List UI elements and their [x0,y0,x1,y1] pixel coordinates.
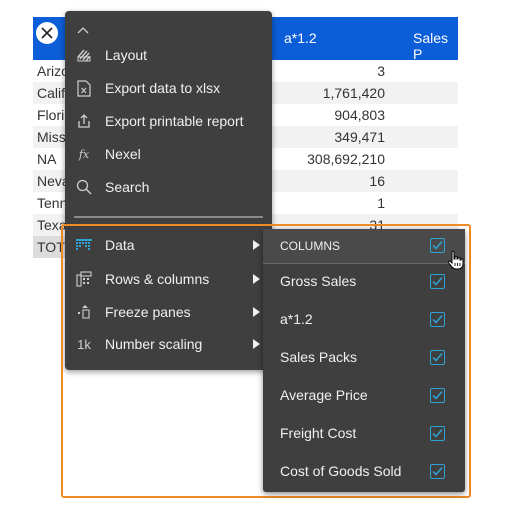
collapse-chevron-up-icon[interactable] [77,21,89,37]
menu-item-export-xlsx[interactable]: Export data to xlsx [65,73,272,103]
menu-item-label: Search [105,179,150,195]
column-option-sales-packs[interactable]: Sales Packs [263,339,465,377]
menu-item-layout[interactable]: Layout [65,40,272,70]
close-icon [41,27,53,39]
column-checkbox[interactable] [430,274,445,289]
export-share-icon [74,113,94,129]
column-checkbox[interactable] [430,426,445,441]
menu-item-label: Layout [105,47,148,63]
menu-item-label: Export data to xlsx [105,80,221,96]
column-option-gross-sales[interactable]: Gross Sales [263,263,465,301]
column-option-label: a*1.2 [280,311,313,327]
row-value: 1 [377,195,385,211]
column-header-sales-packs[interactable]: Sales P [413,30,458,62]
column-checkbox[interactable] [430,312,445,327]
row-label: NA [37,151,57,167]
row-value: 904,803 [334,107,385,123]
fx-icon: fx [78,147,90,161]
row-value: 3 [377,63,385,79]
row-label: Flori [37,107,65,123]
row-label: Tenn [37,195,68,211]
column-option-a12[interactable]: a*1.2 [263,301,465,339]
search-icon [74,179,94,195]
columns-submenu: COLUMNS Gross Sales a*1.2 Sales Packs Av… [263,229,465,492]
row-value: 1,761,420 [322,85,385,101]
column-option-label: Cost of Goods Sold [280,463,402,479]
column-option-label: Average Price [280,387,368,403]
menu-item-nexel[interactable]: fx Nexel [65,139,272,169]
column-option-label: Sales Packs [280,349,358,365]
row-value: 308,692,210 [307,151,385,167]
column-checkbox[interactable] [430,464,445,479]
column-header-a12[interactable]: a*1.2 [284,30,317,46]
column-option-cost-of-goods-sold[interactable]: Cost of Goods Sold [263,453,465,491]
column-option-label: Gross Sales [280,273,357,289]
column-option-average-price[interactable]: Average Price [263,377,465,415]
menu-item-label: Nexel [105,146,141,162]
hand-pointer-cursor-icon [447,250,465,275]
menu-divider [74,216,263,218]
xlsx-file-icon [74,79,94,97]
row-value: 16 [369,173,385,189]
menu-item-search[interactable]: Search [65,172,272,202]
select-all-checkbox[interactable] [430,238,445,253]
columns-header[interactable]: COLUMNS [263,229,465,264]
column-checkbox[interactable] [430,388,445,403]
row-label: Calif [37,85,66,101]
menu-item-export-printable-report[interactable]: Export printable report [65,106,272,136]
menu-item-label: Export printable report [105,113,244,129]
column-option-label: Freight Cost [280,425,357,441]
column-option-freight-cost[interactable]: Freight Cost [263,415,465,453]
row-value: 349,471 [334,129,385,145]
columns-header-label: COLUMNS [280,239,341,253]
row-label: Miss [37,129,66,145]
layout-icon [74,47,94,63]
column-checkbox[interactable] [430,350,445,365]
close-button[interactable] [36,22,58,44]
